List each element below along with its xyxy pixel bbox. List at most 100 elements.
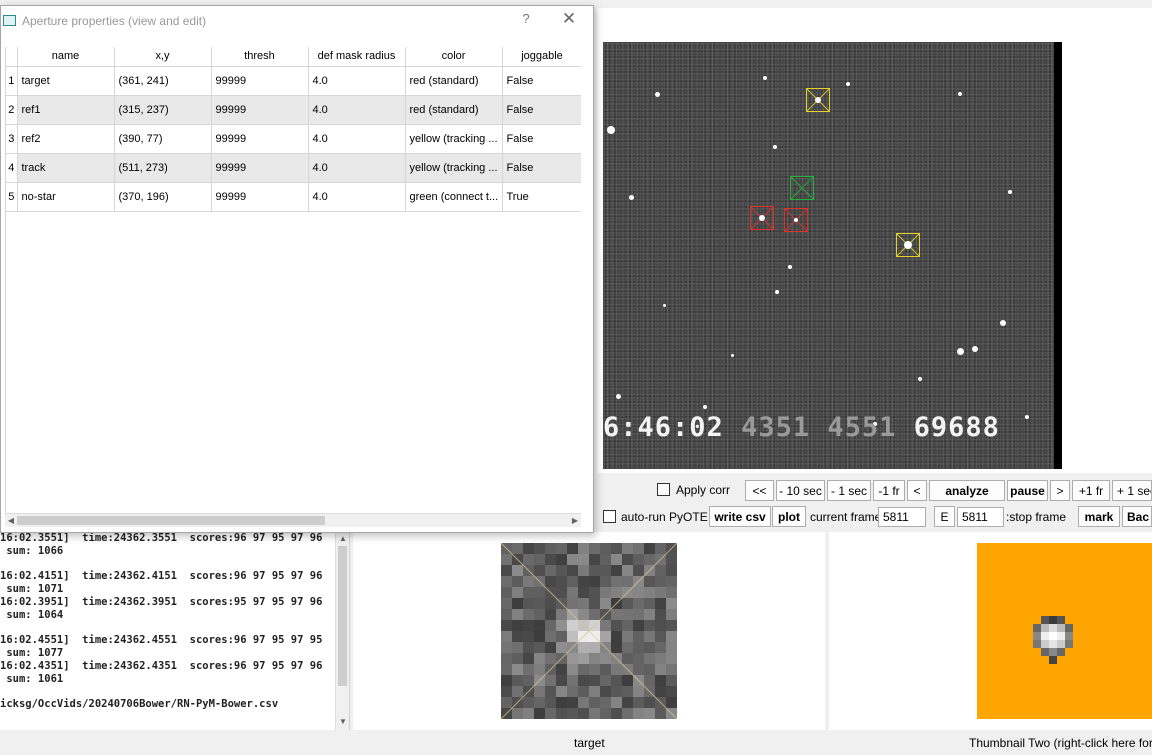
cell-color[interactable]: red (standard) (405, 95, 503, 125)
cell-name[interactable]: no-star (17, 182, 115, 212)
close-icon[interactable]: ✕ (558, 9, 580, 29)
e-button[interactable]: E (934, 506, 955, 527)
back-all-button[interactable]: << (745, 480, 774, 501)
cell-color[interactable]: yellow (tracking ... (405, 153, 503, 183)
help-icon[interactable]: ? (516, 11, 536, 26)
cell-color[interactable]: yellow (tracking ... (405, 124, 503, 154)
cell-name[interactable]: target (17, 66, 115, 96)
analyze-button[interactable]: analyze (929, 480, 1005, 501)
thumbnail-pixel (567, 697, 578, 708)
thumbnail-pixel (655, 620, 666, 631)
cell-xy[interactable]: (370, 196) (114, 182, 212, 212)
aperture-properties-dialog[interactable]: Aperture properties (view and edit) ? ✕ … (0, 5, 594, 533)
cell-color[interactable]: red (standard) (405, 66, 503, 96)
thumbnail-pixel (666, 686, 677, 697)
back-button[interactable]: < (907, 480, 927, 501)
cell-xy[interactable]: (511, 273) (114, 153, 212, 183)
cell-xy[interactable]: (361, 241) (114, 66, 212, 96)
thumbnail-pixel (534, 697, 545, 708)
scroll-left-icon[interactable]: ◀ (5, 514, 17, 527)
row-number[interactable]: 2 (6, 95, 18, 125)
cell-radius[interactable]: 4.0 (308, 124, 406, 154)
cell-joggable[interactable]: False (502, 153, 581, 183)
mark-button[interactable]: mark (1078, 506, 1120, 527)
cell-thresh[interactable]: 99999 (211, 153, 309, 183)
video-frame[interactable]: 6:46:02 4351 4551 69688 (603, 42, 1062, 469)
minus-10-sec-button[interactable]: - 10 sec (776, 480, 825, 501)
aperture-track[interactable] (896, 233, 920, 257)
cell-name[interactable]: ref1 (17, 95, 115, 125)
stop-frame-field[interactable]: 5811 (957, 507, 1004, 527)
column-header-thresh[interactable]: thresh (211, 47, 309, 67)
minus-1-fr-button[interactable]: -1 fr (873, 480, 905, 501)
table-row[interactable]: 3 ref2 (390, 77) 99999 4.0 yellow (track… (6, 124, 581, 154)
plus-1-fr-button[interactable]: +1 fr (1072, 480, 1110, 501)
row-number[interactable]: 4 (6, 153, 18, 183)
thumbnail-pixel (611, 543, 622, 554)
log-scrollbar[interactable]: ▲ ▼ (335, 532, 349, 730)
auto-run-pyote-checkbox[interactable] (603, 510, 616, 523)
cell-joggable[interactable]: False (502, 124, 581, 154)
thumbnail-two-image[interactable] (977, 543, 1152, 719)
cell-thresh[interactable]: 99999 (211, 124, 309, 154)
row-number[interactable]: 1 (6, 66, 18, 96)
log-panel[interactable]: 16:02.3551] time:24362.3551 scores:96 97… (0, 532, 350, 730)
aperture-ref2[interactable] (806, 88, 830, 112)
thumbnail-one-image[interactable] (501, 543, 677, 719)
cell-name[interactable]: ref2 (17, 124, 115, 154)
back-cut-button[interactable]: Bac (1122, 506, 1152, 527)
cell-thresh[interactable]: 99999 (211, 66, 309, 96)
current-frame-field[interactable]: 5811 (878, 507, 926, 527)
table-row[interactable]: 4 track (511, 273) 99999 4.0 yellow (tra… (6, 153, 581, 183)
cell-thresh[interactable]: 99999 (211, 182, 309, 212)
plot-button[interactable]: plot (772, 506, 806, 527)
forward-button[interactable]: > (1050, 480, 1070, 501)
cell-color[interactable]: green (connect t... (405, 182, 503, 212)
row-number[interactable]: 3 (6, 124, 18, 154)
cell-radius[interactable]: 4.0 (308, 153, 406, 183)
cell-xy[interactable]: (390, 77) (114, 124, 212, 154)
cell-joggable[interactable]: False (502, 66, 581, 96)
thumbnail-pixel (501, 620, 512, 631)
cell-radius[interactable]: 4.0 (308, 182, 406, 212)
table-horizontal-scrollbar[interactable]: ◀ ▶ (5, 513, 581, 527)
cell-joggable[interactable]: False (502, 95, 581, 125)
thumbnail-pixel (523, 631, 534, 642)
plus-1-sec-button[interactable]: + 1 sec (1112, 480, 1152, 501)
column-header-joggable[interactable]: joggable (502, 47, 581, 67)
column-header-name[interactable]: name (17, 47, 115, 67)
aperture-target[interactable] (784, 208, 808, 232)
corner-cell[interactable] (6, 47, 18, 67)
row-number[interactable]: 5 (6, 182, 18, 212)
cell-thresh[interactable]: 99999 (211, 95, 309, 125)
cell-radius[interactable]: 4.0 (308, 95, 406, 125)
table-scroll-thumb[interactable] (17, 516, 325, 525)
minus-1-sec-button[interactable]: - 1 sec (827, 480, 871, 501)
cell-name[interactable]: track (17, 153, 115, 183)
aperture-ref1[interactable] (750, 206, 774, 230)
thumbnail-two-label[interactable]: Thumbnail Two (right-click here for info (969, 736, 1152, 750)
cell-radius[interactable]: 4.0 (308, 66, 406, 96)
cell-joggable[interactable]: True (502, 182, 581, 212)
column-header-color[interactable]: color (405, 47, 503, 67)
column-header-def-mask-radius[interactable]: def mask radius (308, 47, 406, 67)
thumbnail-one-panel[interactable] (353, 532, 825, 730)
apply-corr-checkbox[interactable] (657, 483, 670, 496)
aperture-no-star[interactable] (790, 176, 814, 200)
thumbnail-two-panel[interactable] (829, 532, 1152, 730)
thumbnail-pixel (655, 642, 666, 653)
table-row[interactable]: 2 ref1 (315, 237) 99999 4.0 red (standar… (6, 95, 581, 125)
thumbnail-pixel (666, 576, 677, 587)
log-scroll-thumb[interactable] (338, 546, 347, 686)
pause-button[interactable]: pause (1007, 480, 1048, 501)
aperture-table[interactable]: name x,y thresh def mask radius color jo… (5, 47, 581, 518)
table-row[interactable]: 5 no-star (370, 196) 99999 4.0 green (co… (6, 182, 581, 212)
column-header-xy[interactable]: x,y (114, 47, 212, 67)
scroll-up-icon[interactable]: ▲ (336, 533, 349, 545)
table-row[interactable]: 1 target (361, 241) 99999 4.0 red (stand… (6, 66, 581, 96)
write-csv-button[interactable]: write csv (709, 506, 771, 527)
cell-xy[interactable]: (315, 237) (114, 95, 212, 125)
scroll-right-icon[interactable]: ▶ (569, 514, 581, 527)
scroll-down-icon[interactable]: ▼ (336, 716, 349, 728)
dialog-title-bar[interactable]: Aperture properties (view and edit) ? ✕ (1, 6, 593, 36)
